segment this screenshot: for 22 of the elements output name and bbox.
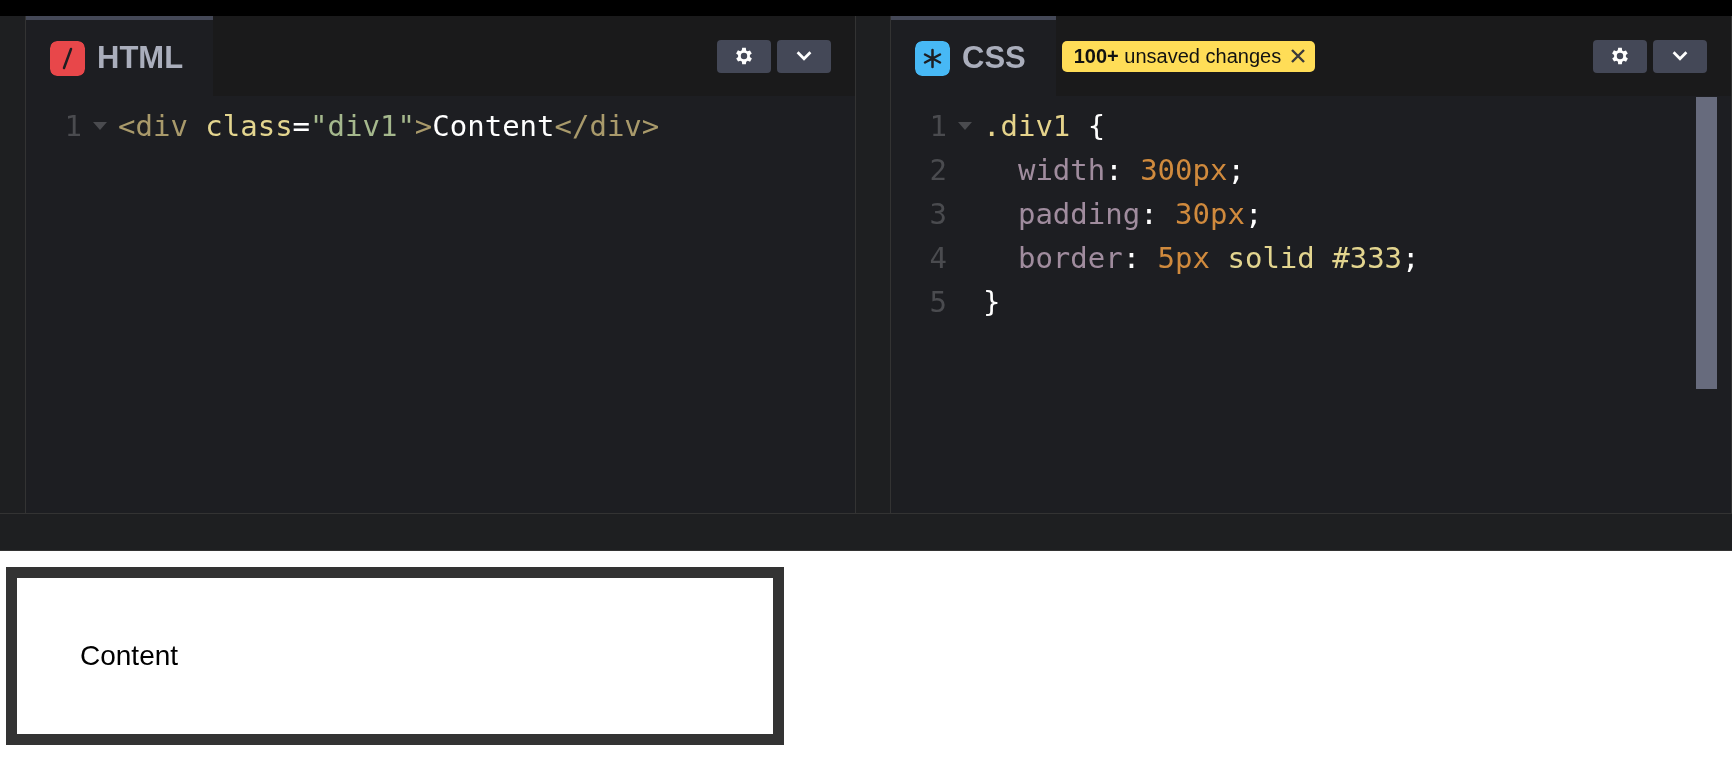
preview-text: Content — [80, 640, 179, 671]
settings-button[interactable] — [717, 39, 771, 73]
code-line: padding: 30px; — [1016, 197, 1263, 231]
badge-text: 100+ unsaved changes — [1073, 44, 1282, 68]
code-line: <div class="div1">Content</div> — [118, 109, 660, 143]
editor-title: CSS — [962, 40, 1026, 76]
editor-tab[interactable]: HTML — [26, 16, 214, 96]
gear-icon — [1609, 45, 1631, 67]
code-line: } — [983, 285, 1001, 319]
dropdown-button[interactable] — [1653, 39, 1707, 73]
asterisk-icon — [915, 40, 950, 76]
slash-icon — [50, 40, 85, 76]
scrollbar-thumb[interactable] — [1696, 97, 1717, 389]
code-line: border: 5px solid #333; — [1016, 241, 1420, 275]
settings-button[interactable] — [1593, 39, 1647, 73]
code-line: .div1 { — [983, 109, 1106, 143]
editor-title: HTML — [97, 40, 184, 76]
code-line: width: 300px; — [1016, 153, 1245, 187]
dropdown-button[interactable] — [777, 39, 831, 73]
editor-tab[interactable]: CSS — [891, 16, 1056, 96]
gear-icon — [733, 45, 755, 67]
close-icon[interactable] — [1289, 47, 1308, 65]
